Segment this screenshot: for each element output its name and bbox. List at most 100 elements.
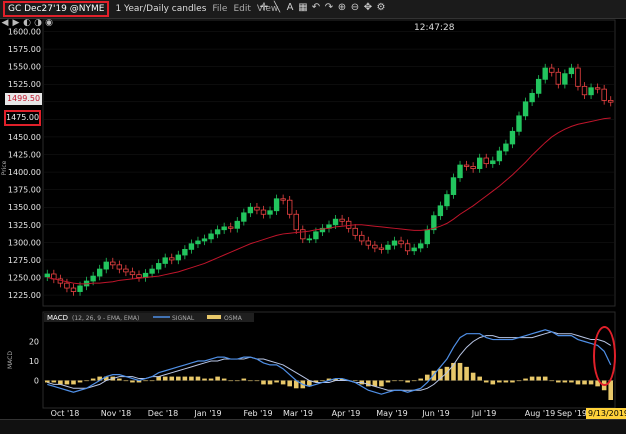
candle-body [286, 199, 293, 215]
candle-body [129, 271, 136, 276]
zoom-out-time-icon[interactable]: ◐ [22, 18, 32, 28]
candle-body [44, 273, 50, 278]
candle-body [280, 198, 286, 201]
price-tick-label: 1550.00 [8, 63, 41, 72]
candle-body [254, 206, 260, 211]
price-tick-label: 1275.00 [8, 256, 41, 265]
reset-view-icon[interactable]: ◉ [44, 18, 54, 28]
osma-bar [575, 380, 581, 385]
osma-bar [182, 376, 188, 381]
osma-bar [523, 378, 528, 381]
macd-legend-label: MACD [47, 314, 68, 322]
symbol-selector[interactable]: GC Dec27'19 @NYME [3, 1, 110, 17]
osma-bar [130, 380, 135, 383]
osma-bar [418, 378, 424, 381]
candle-body [437, 205, 444, 217]
redo-icon[interactable]: ↷ [323, 1, 335, 15]
candle-body [503, 143, 509, 152]
text-tool-icon[interactable]: A [284, 1, 296, 15]
time-axis-label: Jun '19 [421, 409, 449, 418]
candle-body [208, 233, 214, 240]
candle-body [201, 238, 208, 242]
menu-edit[interactable]: Edit [233, 4, 250, 14]
osma-bar [588, 380, 594, 385]
osma-bar [162, 376, 168, 381]
osma-bar [411, 380, 417, 382]
undo-icon[interactable]: ↶ [310, 1, 322, 15]
candle-body [116, 264, 123, 270]
candle-body [241, 212, 247, 222]
candle-body [594, 87, 601, 90]
candle-body [234, 220, 240, 229]
zoom-in-time-icon[interactable]: ◑ [33, 18, 43, 28]
osma-bar [549, 380, 555, 382]
candle-body [247, 206, 254, 214]
settings-icon[interactable]: ⚙ [375, 1, 387, 15]
zoom-out-icon[interactable]: ⊖ [349, 1, 361, 15]
price-tick-label: 1375.00 [8, 186, 41, 195]
osma-bar [123, 380, 129, 382]
osma-bar [379, 380, 384, 387]
osma-bar [208, 378, 214, 381]
candle-body [542, 67, 548, 80]
osma-bar [503, 380, 509, 383]
candle-body [549, 67, 555, 73]
osma-bar [274, 380, 279, 383]
menu-file[interactable]: File [212, 4, 227, 14]
candle-body [372, 244, 378, 249]
candle-body [169, 257, 175, 261]
candle-body [162, 257, 168, 264]
zoom-in-icon[interactable]: ⊕ [336, 1, 348, 15]
osma-bar [497, 380, 502, 383]
osma-bar [542, 376, 548, 381]
candle-body [332, 218, 339, 226]
candle-body [444, 194, 450, 207]
scroll-right-icon[interactable]: ▶ [11, 18, 21, 28]
drawing-tools: ✛ ╲ A ▦ ↶ ↷ ⊕ ⊖ ✥ ⚙ [258, 1, 388, 17]
candle-body [267, 210, 273, 215]
candle-body [470, 166, 476, 169]
candle-body [175, 254, 182, 261]
osma-bar [398, 380, 404, 382]
candle-body [352, 227, 358, 236]
candle-body [221, 226, 227, 231]
candle-body [70, 287, 77, 292]
chart-tabs-strip [0, 419, 626, 434]
candle-body [188, 243, 195, 250]
candle-body [149, 268, 155, 274]
osma-bar [156, 376, 161, 381]
price-tick-label: 1250.00 [8, 274, 41, 283]
osma-bar [516, 380, 522, 382]
timeframe-selector[interactable]: 1 Year/Daily candles [115, 4, 206, 14]
osma-bar [189, 376, 194, 381]
osma-bar [90, 378, 96, 381]
osma-bar [556, 380, 561, 383]
draw-line-icon[interactable]: ╲ [271, 1, 283, 15]
scroll-left-icon[interactable]: ◀ [0, 18, 10, 28]
crosshair-icon[interactable]: ✛ [258, 1, 270, 15]
candle-body [391, 240, 398, 246]
pan-icon[interactable]: ✥ [362, 1, 374, 15]
chart-canvas[interactable]: 1600.001575.001550.001525.001500.001475.… [0, 0, 626, 433]
osma-bar [149, 380, 155, 382]
price-tick-label: 1400.00 [8, 168, 41, 177]
price-tick-label: 1325.00 [8, 221, 41, 230]
candle-body [313, 231, 319, 240]
grid-icon[interactable]: ▦ [297, 1, 309, 15]
candle-body [509, 130, 516, 145]
osma-bar [169, 376, 175, 381]
candle-body [601, 88, 607, 101]
osma-bar [84, 380, 89, 382]
candle-body [496, 150, 503, 162]
candle-body [588, 87, 594, 96]
time-axis-label: Oct '18 [51, 409, 80, 418]
price-tick-label: 1575.00 [8, 45, 41, 54]
candle-body [535, 78, 542, 94]
candle-body [411, 247, 417, 252]
candle-body [214, 229, 221, 235]
osma-bar [51, 380, 57, 383]
osma-bar [58, 380, 63, 385]
last-price-marker: 1499.50 [5, 93, 42, 105]
candle-body [418, 243, 424, 249]
time-axis-label: Dec '18 [148, 409, 178, 418]
